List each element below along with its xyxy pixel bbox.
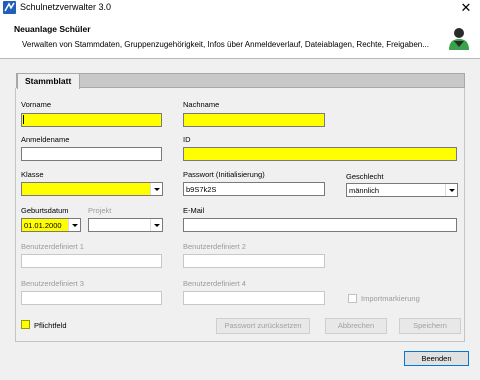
vorname-field[interactable] [21, 113, 162, 127]
email-label: E-Mail [183, 206, 205, 215]
benutzerdefiniert-2-label: Benutzerdefiniert 2 [183, 242, 246, 251]
benutzerdefiniert-1-field[interactable] [21, 254, 162, 268]
chevron-down-icon[interactable] [68, 219, 80, 231]
pflichtfeld-legend-label: Pflichtfeld [34, 321, 67, 330]
page-title: Neuanlage Schüler [14, 24, 91, 34]
chevron-down-icon[interactable] [150, 183, 162, 195]
nachname-label: Nachname [183, 100, 220, 109]
geschlecht-value: männlich [349, 186, 380, 195]
text-cursor [23, 115, 24, 124]
chevron-down-icon[interactable] [150, 219, 162, 231]
reset-password-button[interactable]: Passwort zurücksetzen [216, 318, 310, 334]
importmarkierung-label: Importmarkierung [361, 294, 420, 303]
geschlecht-dropdown[interactable]: männlich [346, 183, 458, 197]
geschlecht-label: Geschlecht [346, 172, 384, 181]
window-title: Schulnetzverwalter 3.0 [20, 2, 112, 12]
beenden-button[interactable]: Beenden [404, 351, 469, 366]
klasse-label: Klasse [21, 170, 44, 179]
student-avatar-icon [448, 26, 470, 50]
tab-stammblatt-label: Stammblatt [25, 76, 72, 86]
tab-strip [16, 73, 465, 88]
anmeldename-label: Anmeldename [21, 135, 70, 144]
header-divider [0, 58, 480, 59]
projekt-dropdown[interactable] [88, 218, 163, 232]
passwort-field[interactable] [183, 182, 325, 196]
geburtsdatum-label: Geburtsdatum [21, 206, 69, 215]
geburtsdatum-value: 01.01.2000 [24, 221, 62, 230]
nachname-field[interactable] [183, 113, 325, 127]
app-icon [3, 1, 16, 14]
benutzerdefiniert-1-label: Benutzerdefiniert 1 [21, 242, 84, 251]
benutzerdefiniert-4-field[interactable] [183, 291, 325, 305]
page-subtitle: Verwalten von Stammdaten, Gruppenzugehör… [22, 40, 429, 49]
klasse-dropdown[interactable] [21, 182, 163, 196]
projekt-label: Projekt [88, 206, 112, 215]
vorname-label: Vorname [21, 100, 52, 109]
importmarkierung-checkbox[interactable] [348, 294, 357, 303]
close-window-button[interactable]: ✕ [459, 0, 473, 15]
benutzerdefiniert-3-field[interactable] [21, 291, 162, 305]
benutzerdefiniert-4-label: Benutzerdefiniert 4 [183, 279, 246, 288]
id-label: ID [183, 135, 191, 144]
passwort-label: Passwort (Initialisierung) [183, 170, 265, 179]
id-field[interactable] [183, 147, 457, 161]
chevron-down-icon[interactable] [445, 184, 457, 196]
save-button[interactable]: Speichern [399, 318, 461, 334]
pflichtfeld-color-swatch [21, 320, 30, 329]
header-band [0, 15, 480, 58]
email-field[interactable] [183, 218, 457, 232]
benutzerdefiniert-3-label: Benutzerdefiniert 3 [21, 279, 84, 288]
benutzerdefiniert-2-field[interactable] [183, 254, 325, 268]
cancel-button[interactable]: Abbrechen [325, 318, 387, 334]
geburtsdatum-picker[interactable]: 01.01.2000 [21, 218, 81, 232]
anmeldename-field[interactable] [21, 147, 162, 161]
